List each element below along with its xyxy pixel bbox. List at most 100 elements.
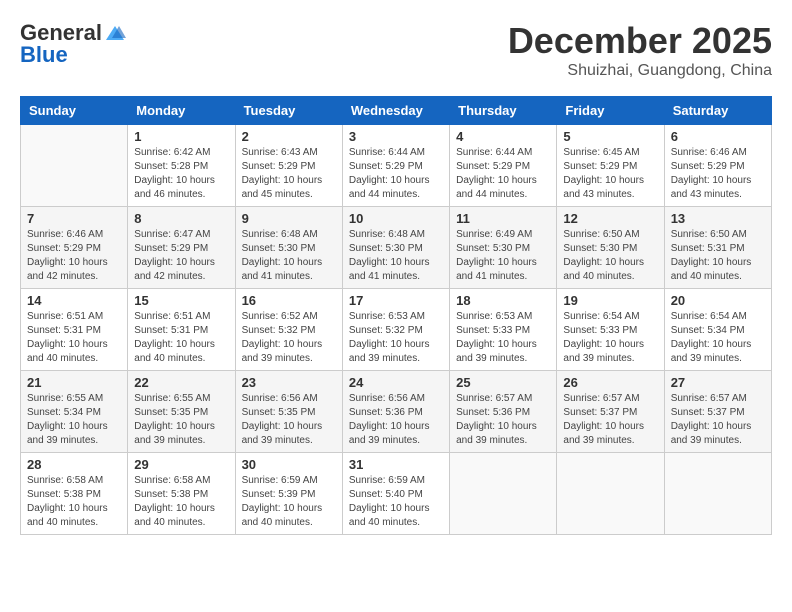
table-row: 28Sunrise: 6:58 AM Sunset: 5:38 PM Dayli… <box>21 453 128 535</box>
day-number: 30 <box>242 457 336 472</box>
day-info: Sunrise: 6:48 AM Sunset: 5:30 PM Dayligh… <box>242 228 336 284</box>
day-number: 15 <box>134 293 228 308</box>
table-row <box>557 453 664 535</box>
day-info: Sunrise: 6:44 AM Sunset: 5:29 PM Dayligh… <box>456 146 550 202</box>
header-tuesday: Tuesday <box>235 97 342 125</box>
day-number: 1 <box>134 129 228 144</box>
day-info: Sunrise: 6:45 AM Sunset: 5:29 PM Dayligh… <box>563 146 657 202</box>
day-number: 25 <box>456 375 550 390</box>
logo-icon <box>104 24 126 42</box>
calendar-week-row: 28 Sunrise: 6:58 AM Sunset: 5:38 PM Dayli… <box>21 453 772 535</box>
day-info: Sunrise: 6:50 AM Sunset: 5:30 PM Dayligh… <box>563 228 657 284</box>
day-number: 21 <box>27 375 121 390</box>
day-number: 20 <box>671 293 765 308</box>
title-section: December 2025 Shuizhai, Guangdong, China <box>508 20 772 80</box>
day-number: 5 <box>563 129 657 144</box>
day-info: Sunrise: 6:54 AM Sunset: 5:33 PM Dayligh… <box>563 310 657 366</box>
header-thursday: Thursday <box>450 97 557 125</box>
table-row: 20Sunrise: 6:54 AM Sunset: 5:34 PM Dayli… <box>664 289 771 371</box>
header-friday: Friday <box>557 97 664 125</box>
day-number: 16 <box>242 293 336 308</box>
day-info: Sunrise: 6:56 AM Sunset: 5:35 PM Dayligh… <box>242 392 336 448</box>
day-info: Sunrise: 6:53 AM Sunset: 5:32 PM Dayligh… <box>349 310 443 366</box>
day-number: 28 <box>27 457 121 472</box>
location-title: Shuizhai, Guangdong, China <box>508 62 772 80</box>
month-title: December 2025 <box>508 20 772 62</box>
table-row: 24Sunrise: 6:56 AM Sunset: 5:36 PM Dayli… <box>342 371 449 453</box>
table-row <box>664 453 771 535</box>
day-info: Sunrise: 6:50 AM Sunset: 5:31 PM Dayligh… <box>671 228 765 284</box>
table-row: 5 Sunrise: 6:45 AM Sunset: 5:29 PM Daylig… <box>557 125 664 207</box>
table-row: 27Sunrise: 6:57 AM Sunset: 5:37 PM Dayli… <box>664 371 771 453</box>
table-row: 29 Sunrise: 6:58 AM Sunset: 5:38 PM Dayli… <box>128 453 235 535</box>
day-number: 14 <box>27 293 121 308</box>
table-row: 22Sunrise: 6:55 AM Sunset: 5:35 PM Dayli… <box>128 371 235 453</box>
day-number: 29 <box>134 457 228 472</box>
table-row: 16Sunrise: 6:52 AM Sunset: 5:32 PM Dayli… <box>235 289 342 371</box>
day-info: Sunrise: 6:44 AM Sunset: 5:29 PM Dayligh… <box>349 146 443 202</box>
table-row: 17 Sunrise: 6:53 AM Sunset: 5:32 PM Dayli… <box>342 289 449 371</box>
day-number: 12 <box>563 211 657 226</box>
day-number: 13 <box>671 211 765 226</box>
table-row: 13 Sunrise: 6:50 AM Sunset: 5:31 PM Dayli… <box>664 207 771 289</box>
day-info: Sunrise: 6:49 AM Sunset: 5:30 PM Dayligh… <box>456 228 550 284</box>
day-info: Sunrise: 6:47 AM Sunset: 5:29 PM Dayligh… <box>134 228 228 284</box>
day-info: Sunrise: 6:57 AM Sunset: 5:37 PM Dayligh… <box>563 392 657 448</box>
day-info: Sunrise: 6:51 AM Sunset: 5:31 PM Dayligh… <box>27 310 121 366</box>
header-sunday: Sunday <box>21 97 128 125</box>
table-row: 23 Sunrise: 6:56 AM Sunset: 5:35 PM Dayli… <box>235 371 342 453</box>
header-wednesday: Wednesday <box>342 97 449 125</box>
calendar-week-row: 14 Sunrise: 6:51 AM Sunset: 5:31 PM Dayli… <box>21 289 772 371</box>
calendar-header-row: Sunday Monday Tuesday Wednesday Thursday… <box>21 97 772 125</box>
day-info: Sunrise: 6:42 AM Sunset: 5:28 PM Dayligh… <box>134 146 228 202</box>
day-info: Sunrise: 6:51 AM Sunset: 5:31 PM Dayligh… <box>134 310 228 366</box>
table-row: 1 Sunrise: 6:42 AM Sunset: 5:28 PM Daylig… <box>128 125 235 207</box>
day-number: 19 <box>563 293 657 308</box>
day-info: Sunrise: 6:43 AM Sunset: 5:29 PM Dayligh… <box>242 146 336 202</box>
header: General Blue December 2025 Shuizhai, Gua… <box>20 20 772 80</box>
day-info: Sunrise: 6:48 AM Sunset: 5:30 PM Dayligh… <box>349 228 443 284</box>
day-info: Sunrise: 6:46 AM Sunset: 5:29 PM Dayligh… <box>27 228 121 284</box>
table-row: 11 Sunrise: 6:49 AM Sunset: 5:30 PM Dayli… <box>450 207 557 289</box>
table-row: 6 Sunrise: 6:46 AM Sunset: 5:29 PM Daylig… <box>664 125 771 207</box>
table-row: 18 Sunrise: 6:53 AM Sunset: 5:33 PM Dayli… <box>450 289 557 371</box>
table-row: 25 Sunrise: 6:57 AM Sunset: 5:36 PM Dayli… <box>450 371 557 453</box>
day-info: Sunrise: 6:57 AM Sunset: 5:36 PM Dayligh… <box>456 392 550 448</box>
table-row: 12 Sunrise: 6:50 AM Sunset: 5:30 PM Dayli… <box>557 207 664 289</box>
calendar: Sunday Monday Tuesday Wednesday Thursday… <box>20 96 772 535</box>
day-number: 6 <box>671 129 765 144</box>
day-number: 26 <box>563 375 657 390</box>
day-number: 10 <box>349 211 443 226</box>
day-number: 18 <box>456 293 550 308</box>
table-row: 10 Sunrise: 6:48 AM Sunset: 5:30 PM Dayli… <box>342 207 449 289</box>
table-row: 4Sunrise: 6:44 AM Sunset: 5:29 PM Daylig… <box>450 125 557 207</box>
header-saturday: Saturday <box>664 97 771 125</box>
day-number: 22 <box>134 375 228 390</box>
day-info: Sunrise: 6:53 AM Sunset: 5:33 PM Dayligh… <box>456 310 550 366</box>
table-row <box>21 125 128 207</box>
table-row: 3 Sunrise: 6:44 AM Sunset: 5:29 PM Daylig… <box>342 125 449 207</box>
table-row: 14 Sunrise: 6:51 AM Sunset: 5:31 PM Dayli… <box>21 289 128 371</box>
table-row: 8 Sunrise: 6:47 AM Sunset: 5:29 PM Daylig… <box>128 207 235 289</box>
day-info: Sunrise: 6:59 AM Sunset: 5:40 PM Dayligh… <box>349 474 443 530</box>
calendar-week-row: 7Sunrise: 6:46 AM Sunset: 5:29 PM Daylig… <box>21 207 772 289</box>
day-info: Sunrise: 6:59 AM Sunset: 5:39 PM Dayligh… <box>242 474 336 530</box>
logo: General Blue <box>20 20 128 68</box>
day-number: 8 <box>134 211 228 226</box>
logo-blue: Blue <box>20 42 68 68</box>
calendar-week-row: 1 Sunrise: 6:42 AM Sunset: 5:28 PM Daylig… <box>21 125 772 207</box>
table-row: 19 Sunrise: 6:54 AM Sunset: 5:33 PM Dayli… <box>557 289 664 371</box>
table-row: 26 Sunrise: 6:57 AM Sunset: 5:37 PM Dayli… <box>557 371 664 453</box>
day-number: 9 <box>242 211 336 226</box>
table-row: 7Sunrise: 6:46 AM Sunset: 5:29 PM Daylig… <box>21 207 128 289</box>
day-number: 31 <box>349 457 443 472</box>
day-number: 23 <box>242 375 336 390</box>
day-number: 24 <box>349 375 443 390</box>
day-info: Sunrise: 6:58 AM Sunset: 5:38 PM Dayligh… <box>134 474 228 530</box>
day-number: 3 <box>349 129 443 144</box>
day-info: Sunrise: 6:46 AM Sunset: 5:29 PM Dayligh… <box>671 146 765 202</box>
day-number: 11 <box>456 211 550 226</box>
header-monday: Monday <box>128 97 235 125</box>
table-row: 15 Sunrise: 6:51 AM Sunset: 5:31 PM Dayli… <box>128 289 235 371</box>
day-number: 17 <box>349 293 443 308</box>
